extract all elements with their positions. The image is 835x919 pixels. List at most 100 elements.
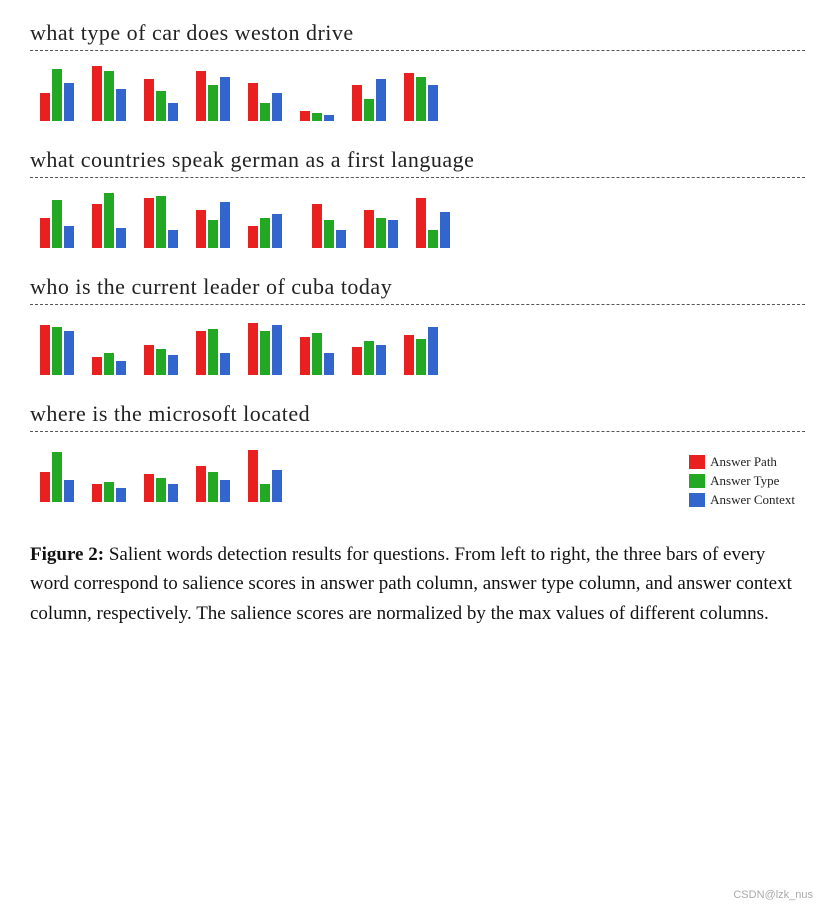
word-group-2-5 — [300, 333, 334, 375]
chart-section-q1: what type of car does weston drive — [30, 20, 805, 129]
bar-3-2-0 — [144, 474, 154, 502]
bar-1-4-0 — [248, 226, 258, 248]
bar-2-4-2 — [272, 325, 282, 375]
bar-1-2-1 — [156, 196, 166, 248]
bar-2-3-0 — [196, 331, 206, 375]
bar-3-1-0 — [92, 484, 102, 502]
legend-color-1 — [689, 474, 705, 488]
word-group-0-1 — [92, 66, 126, 121]
bar-1-7-1 — [428, 230, 438, 248]
bar-2-5-1 — [312, 333, 322, 375]
bar-0-1-2 — [116, 89, 126, 121]
bar-1-0-1 — [52, 200, 62, 248]
bar-0-3-1 — [208, 85, 218, 121]
legend-color-2 — [689, 493, 705, 507]
bar-1-5-2 — [336, 230, 346, 248]
word-group-3-0 — [40, 452, 74, 502]
bar-0-5-0 — [300, 111, 310, 121]
word-group-2-4 — [248, 323, 282, 375]
bar-3-2-2 — [168, 484, 178, 502]
chart-section-q3: who is the current leader of cuba today — [30, 274, 805, 383]
word-group-0-3 — [196, 71, 230, 121]
word-group-3-4 — [248, 450, 282, 502]
word-group-3-2 — [144, 474, 178, 502]
chart-section-q4: where is the microsoft located Answer Pa… — [30, 401, 805, 512]
bar-0-5-1 — [312, 113, 322, 121]
divider-q2 — [30, 177, 805, 178]
word-group-1-1 — [92, 193, 126, 248]
bar-2-2-2 — [168, 355, 178, 375]
word-group-1-2 — [144, 196, 178, 248]
bar-0-7-1 — [416, 77, 426, 121]
bar-2-4-0 — [248, 323, 258, 375]
legend-label-0: Answer Path — [710, 454, 777, 470]
bar-2-7-2 — [428, 327, 438, 375]
bar-chart-row-q3 — [30, 313, 805, 383]
question-text-q2: what countries speak german as a first l… — [30, 147, 805, 173]
bar-3-4-1 — [260, 484, 270, 502]
caption-label: Figure 2: — [30, 544, 104, 565]
bar-2-3-2 — [220, 353, 230, 375]
legend-item-2: Answer Context — [689, 492, 795, 508]
figure-caption: Figure 2: Salient words detection result… — [30, 540, 805, 628]
bar-1-2-2 — [168, 230, 178, 248]
word-group-1-7 — [416, 198, 450, 248]
word-group-2-0 — [40, 325, 74, 375]
word-group-2-7 — [404, 327, 438, 375]
divider-q1 — [30, 50, 805, 51]
caption-text: Salient words detection results for ques… — [30, 544, 792, 624]
bar-0-6-1 — [364, 99, 374, 121]
bar-3-1-2 — [116, 488, 126, 502]
bar-0-4-0 — [248, 83, 258, 121]
bar-0-2-0 — [144, 79, 154, 121]
bar-1-5-1 — [324, 220, 334, 248]
bar-1-3-1 — [208, 220, 218, 248]
word-group-1-6 — [364, 210, 398, 248]
bar-1-7-2 — [440, 212, 450, 248]
divider-q3 — [30, 304, 805, 305]
bar-2-0-0 — [40, 325, 50, 375]
word-group-0-4 — [248, 83, 282, 121]
bar-1-2-0 — [144, 198, 154, 248]
bar-2-5-2 — [324, 353, 334, 375]
bar-3-3-2 — [220, 480, 230, 502]
legend-label-1: Answer Type — [710, 473, 779, 489]
word-group-1-0 — [40, 200, 74, 248]
word-group-1-5 — [312, 204, 346, 248]
bar-2-1-0 — [92, 357, 102, 375]
word-group-0-5 — [300, 111, 334, 121]
bar-2-1-1 — [104, 353, 114, 375]
bar-3-2-1 — [156, 478, 166, 502]
legend-item-1: Answer Type — [689, 473, 795, 489]
word-group-0-6 — [352, 79, 386, 121]
bar-0-1-0 — [92, 66, 102, 121]
bar-2-6-2 — [376, 345, 386, 375]
bar-2-2-0 — [144, 345, 154, 375]
bar-3-1-1 — [104, 482, 114, 502]
bar-1-6-1 — [376, 218, 386, 248]
bar-1-4-1 — [260, 218, 270, 248]
bar-0-4-1 — [260, 103, 270, 121]
question-text-q3: who is the current leader of cuba today — [30, 274, 805, 300]
word-group-2-6 — [352, 341, 386, 375]
word-group-0-7 — [404, 73, 438, 121]
bar-0-4-2 — [272, 93, 282, 121]
word-group-2-1 — [92, 353, 126, 375]
word-group-2-3 — [196, 329, 230, 375]
bar-chart-row-q1 — [30, 59, 805, 129]
bar-3-3-0 — [196, 466, 206, 502]
watermark: CSDN@lzk_nus — [733, 889, 813, 901]
word-group-3-3 — [196, 466, 230, 502]
bar-1-1-2 — [116, 228, 126, 248]
bar-0-1-1 — [104, 71, 114, 121]
bar-0-0-2 — [64, 83, 74, 121]
bar-2-3-1 — [208, 329, 218, 375]
bar-1-3-2 — [220, 202, 230, 248]
bar-3-4-0 — [248, 450, 258, 502]
bar-2-6-1 — [364, 341, 374, 375]
legend-label-2: Answer Context — [710, 492, 795, 508]
word-group-0-0 — [40, 69, 74, 121]
bar-1-1-1 — [104, 193, 114, 248]
bar-1-1-0 — [92, 204, 102, 248]
bar-1-5-0 — [312, 204, 322, 248]
